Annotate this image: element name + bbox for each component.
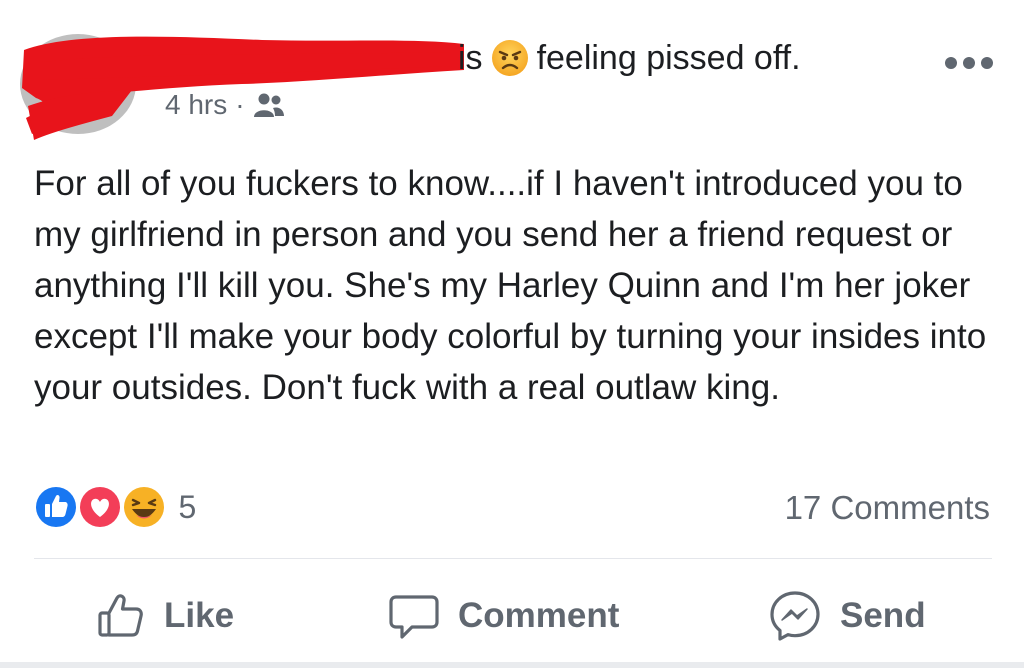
send-button[interactable]: Send bbox=[768, 580, 926, 652]
author-feeling-line: is feeling pissed off. bbox=[458, 36, 801, 80]
friends-icon[interactable] bbox=[253, 92, 285, 118]
redaction-scribble bbox=[22, 36, 464, 140]
send-label: Send bbox=[840, 596, 926, 635]
author-connector: is bbox=[458, 39, 483, 77]
messenger-icon bbox=[770, 591, 820, 641]
like-reaction-icon bbox=[34, 485, 78, 529]
reaction-count: 5 bbox=[178, 488, 197, 525]
thumbs-up-icon bbox=[98, 594, 143, 637]
more-options-icon[interactable] bbox=[944, 56, 994, 70]
haha-reaction-icon bbox=[122, 485, 166, 529]
post-meta: 4 hrs · bbox=[165, 88, 285, 122]
comment-label: Comment bbox=[458, 596, 620, 635]
love-reaction-icon bbox=[78, 485, 122, 529]
meta-separator: · bbox=[235, 89, 245, 120]
divider bbox=[34, 558, 992, 559]
comment-button[interactable]: Comment bbox=[388, 580, 619, 652]
reactions-summary[interactable]: 5 bbox=[32, 482, 196, 532]
post-actions: Like Comment Send bbox=[0, 580, 1024, 652]
post-header: is feeling pissed off. 4 hrs · bbox=[0, 0, 1024, 140]
timestamp[interactable]: 4 hrs bbox=[165, 89, 227, 120]
angry-face-icon bbox=[491, 40, 528, 76]
like-button[interactable]: Like bbox=[96, 580, 234, 652]
comments-count-link[interactable]: 17 Comments bbox=[785, 488, 990, 528]
like-label: Like bbox=[164, 596, 235, 635]
reaction-icons bbox=[34, 485, 166, 529]
feeling-text: feeling pissed off. bbox=[536, 39, 801, 77]
bottom-strip bbox=[0, 662, 1024, 668]
comment-icon bbox=[389, 595, 439, 639]
facebook-post: is feeling pissed off. 4 hrs · For all o… bbox=[0, 0, 1024, 668]
post-body: For all of you fuckers to know....if I h… bbox=[34, 164, 987, 407]
